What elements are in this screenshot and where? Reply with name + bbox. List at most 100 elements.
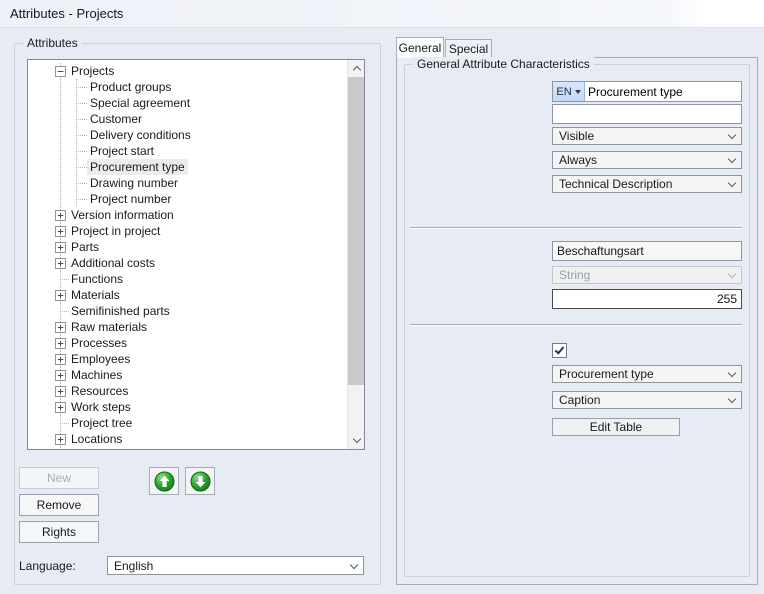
tree-item[interactable]: Semifinished parts [28, 303, 347, 319]
tree-item-label[interactable]: Product groups [87, 79, 174, 95]
tree-rows: −ProjectsProduct groupsSpecial agreement… [28, 63, 347, 450]
attributes-tree[interactable]: −ProjectsProduct groupsSpecial agreement… [27, 59, 365, 450]
tree-item[interactable]: Procurement type [28, 159, 347, 175]
tree-item-label[interactable]: Projects [68, 63, 117, 79]
tree-item[interactable]: +Shift models [28, 447, 347, 450]
tree-item-label[interactable]: Customer [87, 111, 145, 127]
scroll-up-button[interactable] [348, 60, 365, 77]
expand-icon[interactable]: + [55, 290, 66, 301]
tree-item-label[interactable]: Project in project [68, 223, 163, 239]
filter-select[interactable]: Visible [552, 127, 742, 145]
edit-table-button-label: Edit Table [590, 420, 642, 434]
tree-item-label[interactable]: Materials [68, 287, 123, 303]
tree-item[interactable]: Product groups [28, 79, 347, 95]
tree-item[interactable]: Delivery conditions [28, 127, 347, 143]
expand-icon[interactable]: + [55, 226, 66, 237]
tree-item[interactable]: +Resources [28, 383, 347, 399]
tree-item[interactable]: +Processes [28, 335, 347, 351]
move-down-button[interactable] [185, 467, 215, 495]
expand-icon[interactable]: + [55, 434, 66, 445]
tree-item-label[interactable]: Parts [68, 239, 102, 255]
tree-item[interactable]: Drawing number [28, 175, 347, 191]
column-select[interactable]: Caption [552, 391, 742, 409]
language-select[interactable]: English [107, 556, 364, 575]
tree-item[interactable]: +Materials [28, 287, 347, 303]
tree-item-label[interactable]: Project number [87, 191, 174, 207]
default-value-input[interactable] [552, 104, 742, 124]
tree-item[interactable]: Functions [28, 271, 347, 287]
tree-item[interactable]: Customer [28, 111, 347, 127]
tab-special[interactable]: Special [445, 39, 492, 58]
rights-button[interactable]: Rights [19, 521, 99, 543]
tree-guide-line [60, 127, 61, 143]
expand-icon[interactable]: + [55, 338, 66, 349]
tree-guide-line [76, 87, 87, 88]
tab-general[interactable]: General [396, 37, 444, 58]
move-up-icon [154, 471, 175, 492]
tree-item-label[interactable]: Special agreement [87, 95, 193, 111]
expand-icon[interactable]: + [55, 210, 66, 221]
tree-item[interactable]: +Employees [28, 351, 347, 367]
collapse-icon[interactable]: − [55, 66, 66, 77]
tree-scrollbar[interactable] [347, 60, 364, 449]
scroll-down-button[interactable] [348, 432, 365, 449]
tree-item-label[interactable]: Procurement type [87, 159, 188, 175]
tree-item-label[interactable]: Semifinished parts [68, 303, 173, 319]
edit-table-button[interactable]: Edit Table [552, 418, 680, 436]
tree-item[interactable]: +Work steps [28, 399, 347, 415]
internal-name-input[interactable] [552, 241, 742, 261]
tree-item-label[interactable]: Shift models [68, 447, 140, 450]
group-select[interactable]: Technical Description [552, 175, 742, 193]
expand-icon[interactable]: + [55, 242, 66, 253]
tree-item-label[interactable]: Delivery conditions [87, 127, 194, 143]
tree-guide-line [76, 199, 87, 200]
chevron-down-icon [350, 560, 358, 568]
language-value: English [114, 558, 351, 574]
tree-item-label[interactable]: Raw materials [68, 319, 150, 335]
tree-item-label[interactable]: Additional costs [68, 255, 158, 271]
tree-item-label[interactable]: Functions [68, 271, 126, 287]
tree-item[interactable]: +Locations [28, 431, 347, 447]
tree-item-label[interactable]: Version information [68, 207, 177, 223]
expand-icon[interactable]: + [55, 402, 66, 413]
expand-icon[interactable]: + [55, 322, 66, 333]
use-lookup-table-checkbox[interactable] [552, 343, 567, 358]
tree-item[interactable]: +Raw materials [28, 319, 347, 335]
tree-item-label[interactable]: Resources [68, 383, 131, 399]
remove-button[interactable]: Remove [19, 494, 99, 516]
expand-icon[interactable]: + [55, 258, 66, 269]
tree-item[interactable]: +Machines [28, 367, 347, 383]
tree-guide-line [60, 175, 61, 191]
scrollbar-thumb[interactable] [348, 77, 365, 385]
move-up-button[interactable] [149, 467, 179, 495]
tree-item-label[interactable]: Drawing number [87, 175, 181, 191]
tree-item-label[interactable]: Project start [87, 143, 157, 159]
tree-guide-line [76, 135, 87, 136]
tree-item[interactable]: +Project in project [28, 223, 347, 239]
tree-item[interactable]: +Additional costs [28, 255, 347, 271]
tree-item[interactable]: +Parts [28, 239, 347, 255]
expand-icon[interactable]: + [55, 370, 66, 381]
caption-input[interactable] [585, 82, 741, 101]
tree-item-label[interactable]: Locations [68, 431, 125, 447]
expand-icon[interactable]: + [55, 354, 66, 365]
is-mandatory-select[interactable]: Always [552, 151, 742, 169]
chevron-down-icon [728, 369, 736, 377]
tree-item-label[interactable]: Employees [68, 351, 133, 367]
tree-item[interactable]: Special agreement [28, 95, 347, 111]
tree-item[interactable]: Project start [28, 143, 347, 159]
tree-item-label[interactable]: Machines [68, 367, 125, 383]
table-select[interactable]: Procurement type [552, 365, 742, 383]
tree-item[interactable]: −Projects [28, 63, 347, 79]
new-button[interactable]: New [19, 467, 99, 489]
tree-item[interactable]: +Version information [28, 207, 347, 223]
caption-language-dropdown[interactable]: EN [553, 82, 585, 101]
tree-item[interactable]: Project number [28, 191, 347, 207]
tree-item-label[interactable]: Work steps [68, 399, 134, 415]
length-input[interactable] [552, 289, 742, 309]
chevron-down-icon [352, 435, 360, 443]
tree-item[interactable]: Project tree [28, 415, 347, 431]
tree-item-label[interactable]: Processes [68, 335, 130, 351]
tree-item-label[interactable]: Project tree [68, 415, 135, 431]
expand-icon[interactable]: + [55, 386, 66, 397]
